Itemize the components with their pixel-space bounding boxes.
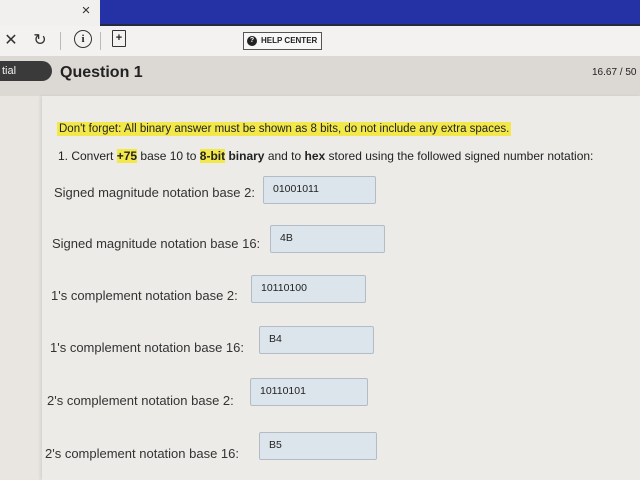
refresh-icon[interactable]: ↻ (32, 32, 48, 50)
prompt-hex: hex (304, 149, 326, 163)
prompt-text: 1. Convert (58, 149, 117, 163)
answer-label: 2's complement notation base 16: (45, 446, 239, 461)
browser-accent-bar (100, 0, 640, 24)
toolbar-divider (60, 32, 61, 50)
info-icon[interactable]: i (74, 30, 92, 48)
answer-input[interactable]: 10110101 (250, 378, 368, 406)
question-score: 16.67 / 50 (592, 67, 637, 78)
answer-label: 1's complement notation base 2: (51, 288, 238, 303)
question-prompt: 1. Convert +75 base 10 to 8-bit binary a… (58, 149, 593, 163)
prompt-bits: 8-bit (199, 149, 226, 163)
help-icon: ? (247, 36, 257, 46)
answer-input[interactable]: 01001011 (263, 176, 376, 204)
answer-label: Signed magnitude notation base 16: (52, 236, 261, 251)
prompt-binary: binary (228, 149, 265, 163)
prompt-text: stored using the followed signed number … (325, 149, 594, 163)
prompt-text: base 10 to (137, 149, 200, 163)
help-center-button[interactable]: ? HELP CENTER (243, 32, 323, 50)
answer-input[interactable]: B4 (259, 326, 374, 354)
close-icon[interactable]: ✕ (3, 32, 19, 50)
toolbar: ✕ ↻ i + ? HELP CENTER (0, 26, 640, 57)
answer-input[interactable]: B5 (259, 432, 377, 460)
browser-tab[interactable]: × (0, 0, 100, 26)
answer-label: 2's complement notation base 2: (47, 393, 234, 408)
prompt-text: and to (264, 149, 305, 163)
binary-notice: Don't forget: All binary answer must be … (57, 122, 512, 136)
help-center-label: HELP CENTER (261, 36, 318, 45)
add-page-icon[interactable]: + (112, 30, 126, 47)
question-title: Question 1 (60, 64, 143, 81)
tab-close-icon[interactable]: × (78, 3, 94, 19)
question-header: tial Question 1 16.67 / 50 (0, 56, 640, 96)
answer-label: 1's complement notation base 16: (50, 340, 244, 355)
side-nav-pill[interactable]: tial (0, 61, 52, 81)
answer-input[interactable]: 10110100 (251, 275, 366, 303)
toolbar-divider (100, 32, 101, 50)
answer-input[interactable]: 4B (270, 225, 385, 253)
answer-label: Signed magnitude notation base 2: (54, 185, 255, 200)
prompt-number: +75 (116, 149, 138, 163)
